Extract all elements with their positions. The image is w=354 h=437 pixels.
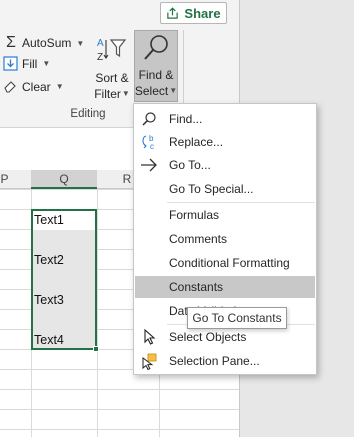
row-divider [0,429,239,430]
fill-button[interactable]: Fill ▼ [3,56,50,71]
cell-q3[interactable]: Text2 [34,253,64,267]
selected-range[interactable] [31,209,97,350]
pointer-icon [140,328,158,346]
menu-item-formulas[interactable]: Formulas [135,204,315,226]
menu-item-replace[interactable]: bc Replace... [135,131,315,153]
menu-item-goto[interactable]: Go To... [135,154,315,176]
menu-item-comments[interactable]: Comments [135,228,315,250]
menu-item-label: Constants [169,280,224,294]
menu-item-label: Conditional Formatting [169,256,290,270]
column-divider [97,189,98,437]
column-header-p[interactable]: P [0,170,31,189]
menu-item-label: Selection Pane... [169,354,260,368]
cell-q1[interactable]: Text1 [34,213,64,227]
menu-item-selection-pane[interactable]: Selection Pane... [135,350,315,372]
row-divider [0,409,239,410]
clear-button[interactable]: Clear ▼ [3,79,64,94]
column-label: Q [59,171,69,186]
menu-divider [167,202,315,203]
clear-label: Clear [22,79,51,94]
selection-pane-icon [140,352,158,370]
svg-text:c: c [150,142,154,151]
menu-item-conditional-formatting[interactable]: Conditional Formatting [135,252,315,274]
fill-down-icon [3,56,18,71]
share-button[interactable]: Share [160,2,227,24]
menu-item-label: Find... [169,112,203,126]
sort-filter-button[interactable]: A Z Sort & Filter ▼ [92,32,132,101]
eraser-icon [4,81,16,93]
svg-text:Z: Z [97,52,103,63]
column-label: R [122,172,132,186]
replace-icon: bc [140,133,158,151]
cell-q7[interactable]: Text4 [34,333,64,347]
fill-label: Fill [22,56,38,71]
menu-item-select-objects[interactable]: Select Objects [135,326,315,348]
menu-item-label: Comments [169,232,228,246]
svg-text:A: A [97,38,104,49]
menu-item-label: Formulas [169,208,220,222]
find-select-menu: Find... bc Replace... Go To... Go To Spe… [133,103,317,375]
arrow-right-icon [140,156,158,174]
menu-item-label: Go To... [169,158,211,172]
column-label: P [0,172,9,186]
menu-item-find[interactable]: Find... [135,108,315,130]
chevron-down-icon: ▼ [76,38,85,48]
sort-label-line2: Filter [94,87,121,101]
chevron-down-icon: ▼ [121,89,130,98]
find-label-line2: Select [134,84,169,98]
find-label-line1: Find & [138,68,174,82]
chevron-down-icon: ▼ [42,59,51,68]
chevron-down-icon: ▼ [55,82,64,91]
sort-filter-icon: A Z [97,38,127,63]
autosum-label: AutoSum [22,36,72,50]
menu-item-label: Go To Special... [169,182,254,196]
fill-handle[interactable] [93,346,99,352]
autosum-button[interactable]: Σ AutoSum ▼ [4,34,84,52]
row-divider [0,389,239,390]
magnifier-icon [144,35,168,60]
find-select-button[interactable]: Find & Select ▼ [134,30,178,102]
menu-item-constants[interactable]: Constants [135,276,315,298]
share-icon [167,6,179,19]
sigma-icon: Σ [6,34,16,51]
cell-q5[interactable]: Text3 [34,293,64,307]
chevron-down-icon: ▼ [169,86,178,95]
menu-item-label: Replace... [169,135,224,149]
tooltip: Go To Constants [187,307,287,329]
sort-label-line1: Sort & [95,71,129,85]
menu-item-goto-special[interactable]: Go To Special... [135,178,315,200]
editing-group-label: Editing [70,108,106,120]
magnifier-icon [140,110,158,128]
menu-item-label: Select Objects [169,330,247,344]
column-header-q[interactable]: Q [31,170,97,189]
share-label: Share [184,5,221,21]
